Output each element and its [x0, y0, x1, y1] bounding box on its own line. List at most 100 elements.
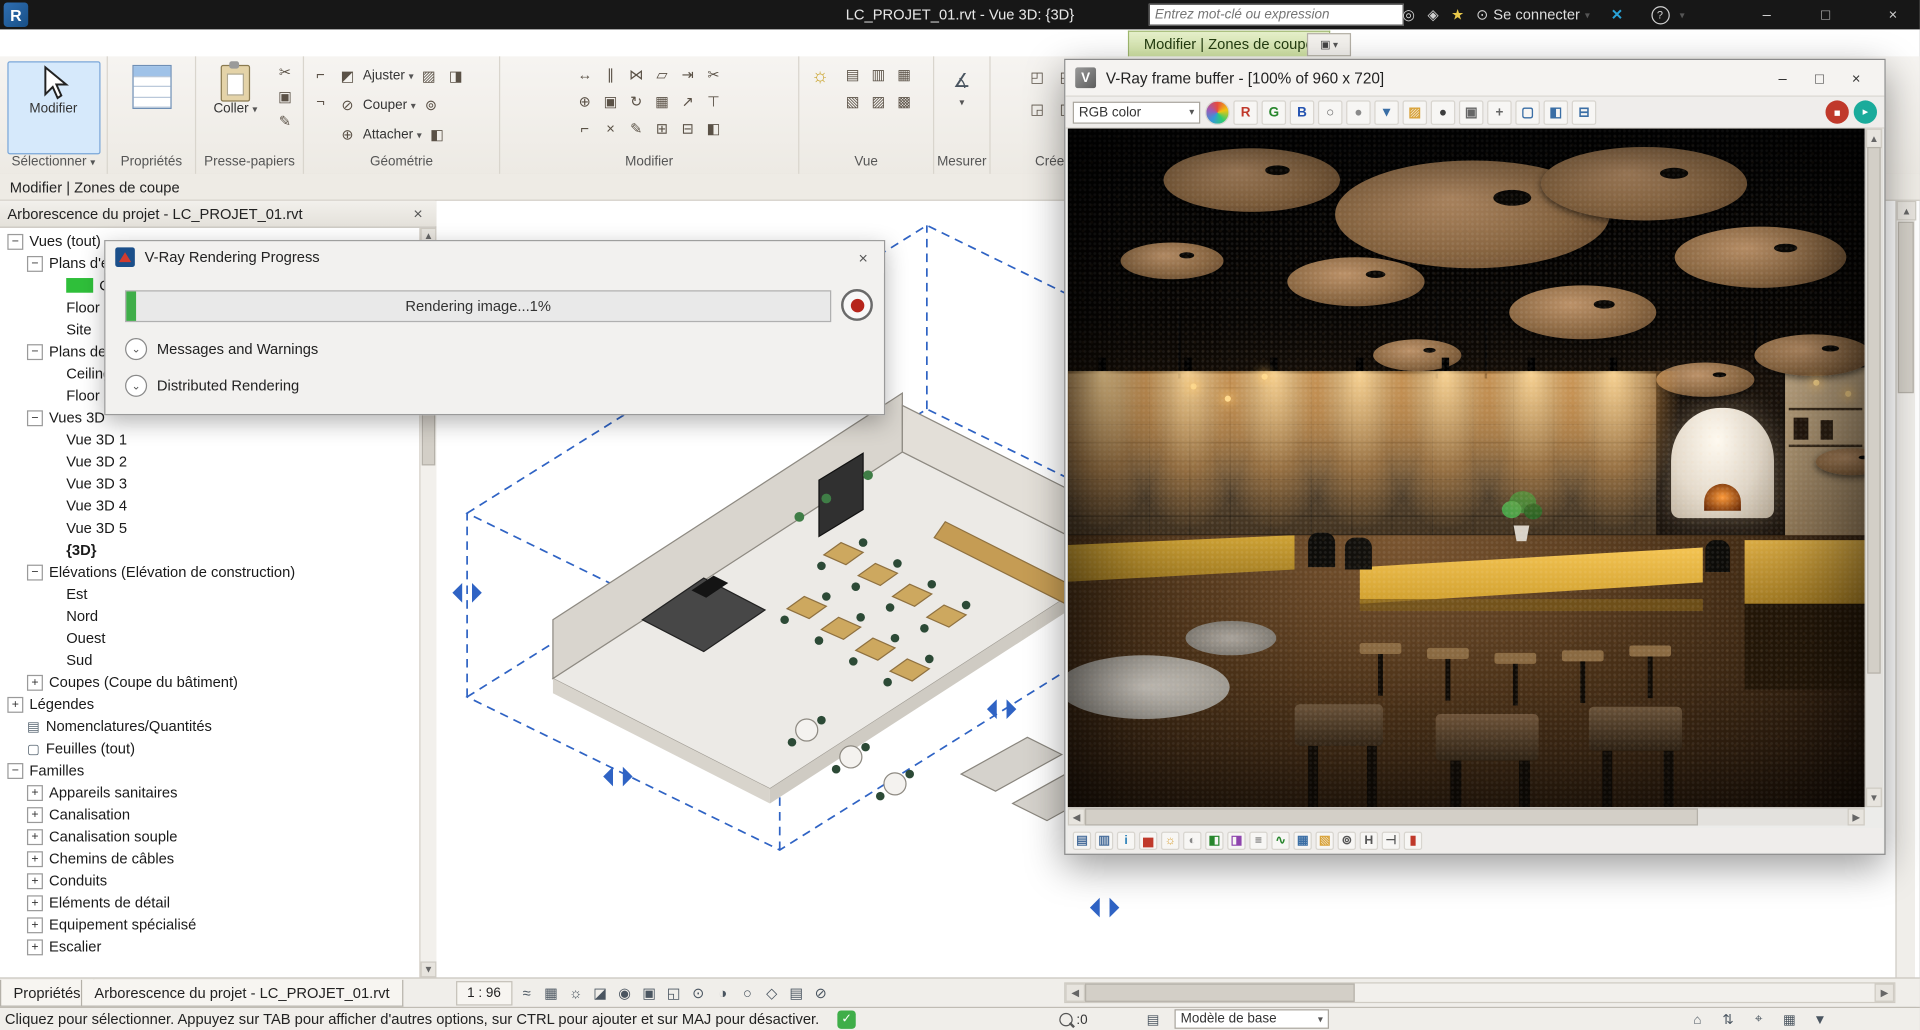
- exclude-options-icon[interactable]: ▦: [1779, 1010, 1800, 1030]
- array-icon[interactable]: ▦: [650, 91, 673, 113]
- mirror-axis-icon[interactable]: ▱: [650, 64, 673, 86]
- tree-item[interactable]: ▤Nomenclatures/Quantités: [0, 715, 419, 737]
- sign-in-button[interactable]: Se connecter ▾: [1493, 0, 1590, 29]
- vfb-render-button[interactable]: ▸: [1854, 100, 1877, 123]
- blue-channel-icon[interactable]: B: [1290, 100, 1315, 124]
- thin-lines-icon[interactable]: ≈: [514, 982, 539, 1004]
- tree-item[interactable]: Est: [0, 583, 419, 605]
- tree-item[interactable]: +Chemins de câbles: [0, 848, 419, 870]
- levels-icon[interactable]: ≡: [1249, 831, 1267, 849]
- minimize-button[interactable]: –: [1746, 0, 1788, 29]
- vfb-scroll-left[interactable]: ◀: [1068, 808, 1085, 825]
- paint-icon[interactable]: ◧: [702, 118, 725, 140]
- linework-icon[interactable]: ▧: [841, 91, 864, 113]
- expand-icon[interactable]: +: [27, 939, 43, 955]
- curves-icon[interactable]: ∿: [1271, 831, 1289, 849]
- green-channel-icon[interactable]: G: [1262, 100, 1287, 124]
- match-type-icon[interactable]: ✎: [273, 110, 296, 132]
- hide-category-icon[interactable]: ▤: [841, 64, 864, 86]
- pixel-info-icon[interactable]: ▮: [1404, 831, 1422, 849]
- worksets-icon[interactable]: ⌂: [1687, 1010, 1708, 1030]
- collapse-icon[interactable]: −: [27, 410, 43, 426]
- viewport-horizontal-scrollbar[interactable]: ◀ ▶: [1064, 982, 1895, 1003]
- group-label-select[interactable]: Sélectionner ▾: [0, 154, 107, 174]
- vfb-horizontal-scrollbar[interactable]: ◀ ▶: [1068, 807, 1865, 825]
- paste-button[interactable]: Coller ▾: [201, 61, 270, 154]
- tree-scroll-down[interactable]: ▼: [421, 961, 437, 977]
- group-label-view[interactable]: Vue: [799, 154, 933, 174]
- shadows-icon[interactable]: ◪: [588, 982, 613, 1004]
- hide-element-icon[interactable]: ▥: [867, 64, 890, 86]
- duplicate-buffer-icon[interactable]: ▣: [1459, 100, 1484, 124]
- scroll-left-icon[interactable]: ◀: [1065, 984, 1085, 1002]
- create-group-icon[interactable]: ◰: [1026, 66, 1049, 88]
- tree-item[interactable]: Vue 3D 2: [0, 451, 419, 473]
- subscription-icon[interactable]: ◈: [1422, 4, 1444, 26]
- channel-selector[interactable]: RGB color ▾: [1073, 101, 1201, 123]
- alpha-channel-icon[interactable]: ○: [1318, 100, 1343, 124]
- constraints-icon[interactable]: ⊘: [809, 982, 834, 1004]
- group-label-measure[interactable]: Mesurer: [934, 154, 989, 174]
- vfb-vertical-scrollbar[interactable]: ▲ ▼: [1865, 129, 1883, 808]
- hscroll-thumb[interactable]: [1085, 984, 1355, 1002]
- scale-button[interactable]: 1 : 96: [456, 981, 512, 1005]
- distributed-rendering-section[interactable]: ⌄ Distributed Rendering: [125, 374, 299, 398]
- remove-paint-icon[interactable]: ◨: [444, 65, 467, 87]
- search-input[interactable]: [1149, 4, 1404, 26]
- wall-joins-icon[interactable]: ◧: [425, 124, 448, 146]
- tree-item[interactable]: ▢Feuilles (tout): [0, 737, 419, 759]
- ocio-icon[interactable]: ▧: [1315, 831, 1333, 849]
- app-store-icon[interactable]: ✕: [1606, 4, 1628, 26]
- expand-icon[interactable]: +: [27, 807, 43, 823]
- favorites-star-icon[interactable]: ★: [1447, 4, 1469, 26]
- tree-item[interactable]: +Coupes (Coupe du bâtiment): [0, 671, 419, 693]
- vfb-scroll-down[interactable]: ▼: [1866, 788, 1882, 808]
- tree-item[interactable]: +Equipement spécialisé: [0, 914, 419, 936]
- expand-icon[interactable]: +: [27, 873, 43, 889]
- stamp-icon[interactable]: H: [1360, 831, 1378, 849]
- split-icon[interactable]: ✂: [702, 64, 725, 86]
- maximize-button[interactable]: □: [1805, 0, 1847, 29]
- reveal-hidden-icon[interactable]: ○: [735, 982, 760, 1004]
- press-drag-icon[interactable]: ⌖: [1748, 1010, 1769, 1030]
- tree-item[interactable]: +Escalier: [0, 936, 419, 958]
- user-icon[interactable]: ⊙: [1471, 4, 1493, 26]
- tree-item[interactable]: +Canalisation souple: [0, 826, 419, 848]
- expand-icon[interactable]: +: [27, 917, 43, 933]
- help-icon[interactable]: ?: [1649, 4, 1671, 26]
- collapse-icon[interactable]: −: [7, 762, 23, 778]
- save-image-icon[interactable]: ▼: [1374, 100, 1399, 124]
- join-geometry-icon[interactable]: ⊞: [650, 118, 673, 140]
- cope-icon[interactable]: ⌐: [309, 64, 332, 86]
- exposure-icon[interactable]: ☼: [1161, 831, 1179, 849]
- project-browser-header[interactable]: Arborescence du projet - LC_PROJET_01.rv…: [0, 201, 436, 228]
- icc-icon[interactable]: ⊚: [1338, 831, 1356, 849]
- cope-remove-icon[interactable]: ¬: [309, 91, 332, 113]
- tree-item[interactable]: +Appareils sanitaires: [0, 781, 419, 803]
- offset-icon[interactable]: ∥: [599, 64, 622, 86]
- properties-button[interactable]: [126, 61, 177, 154]
- override-graphics-icon[interactable]: ▦: [893, 64, 916, 86]
- unjoin-icon[interactable]: ⊟: [676, 118, 699, 140]
- progress-dialog-titlebar[interactable]: V-Ray Rendering Progress ×: [105, 241, 884, 273]
- temporary-view-properties-icon[interactable]: ▤: [784, 982, 809, 1004]
- copy-icon[interactable]: ▣: [273, 86, 296, 108]
- expand-icon[interactable]: +: [27, 674, 43, 690]
- tab-project-browser[interactable]: Arborescence du projet - LC_PROJET_01.rv…: [81, 980, 403, 1007]
- tree-item[interactable]: Nord: [0, 605, 419, 627]
- split-face-icon[interactable]: ⊚: [419, 94, 442, 116]
- create-assembly-icon[interactable]: ◲: [1026, 98, 1049, 120]
- crop-view-icon[interactable]: ▣: [637, 982, 662, 1004]
- expand-icon[interactable]: +: [7, 696, 23, 712]
- group-label-clipboard[interactable]: Presse-papiers: [196, 154, 303, 174]
- binoculars-icon[interactable]: ◎: [1398, 4, 1420, 26]
- vfb-maximize-button[interactable]: □: [1801, 64, 1838, 91]
- cut-profile-icon[interactable]: ▨: [867, 91, 890, 113]
- vfb-scroll-right[interactable]: ▶: [1848, 808, 1865, 825]
- modify-button[interactable]: Modifier: [7, 61, 100, 154]
- extend-icon[interactable]: ⇥: [676, 64, 699, 86]
- cut-icon[interactable]: ✂: [273, 61, 296, 83]
- red-channel-icon[interactable]: R: [1233, 100, 1258, 124]
- histogram-icon[interactable]: ▅: [1139, 831, 1157, 849]
- tree-item[interactable]: Sud: [0, 649, 419, 671]
